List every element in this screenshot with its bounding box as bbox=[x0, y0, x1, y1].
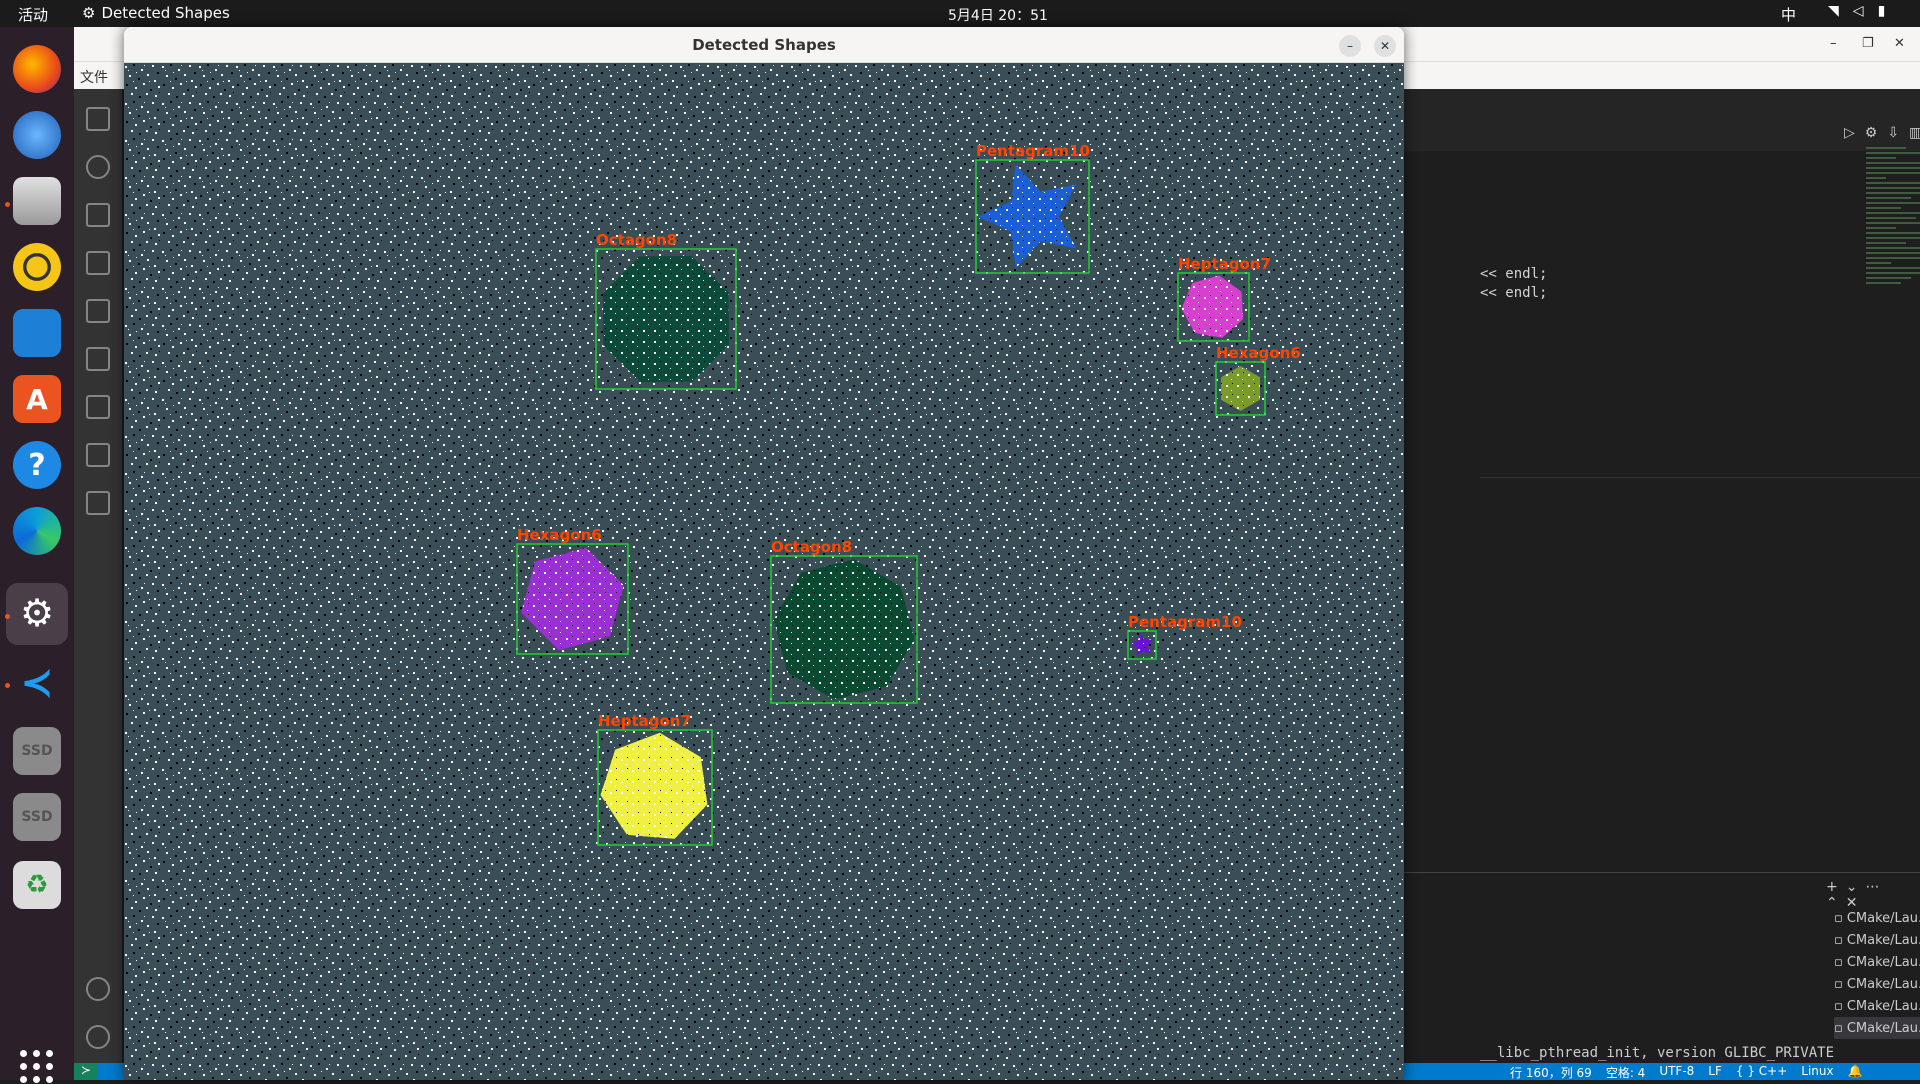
search-icon[interactable] bbox=[86, 155, 110, 179]
trash-icon[interactable]: ♻ bbox=[13, 861, 61, 909]
terminal-tab[interactable]: ▫CMake/Lau... bbox=[1834, 929, 1920, 951]
terminal-list: ▫CMake/Lau... ▫CMake/Lau... ▫CMake/Lau..… bbox=[1834, 907, 1920, 1039]
wifi-icon: ◥ bbox=[1828, 3, 1839, 19]
window-titlebar: Detected Shapes – ✕ bbox=[124, 27, 1404, 63]
run-debug-icon[interactable] bbox=[86, 299, 110, 323]
shape-label: Hexagon6 bbox=[517, 526, 602, 544]
remote-indicator[interactable]: ≻ bbox=[74, 1063, 98, 1080]
top-bar: 活动 ⚙ Detected Shapes 5月4日 20：51 中 ◥ ◁ ▮ bbox=[0, 0, 1920, 27]
extensions-icon[interactable] bbox=[86, 251, 110, 275]
explorer-icon[interactable] bbox=[86, 107, 110, 131]
running-indicator bbox=[5, 683, 10, 688]
docker-icon[interactable] bbox=[86, 491, 110, 515]
shape-label: Pentagram10 bbox=[1128, 613, 1242, 631]
terminal-tab[interactable]: ▫CMake/Lau... bbox=[1834, 1017, 1920, 1039]
terminal-tab[interactable]: ▫CMake/Lau... bbox=[1834, 951, 1920, 973]
shapes-canvas: Pentagram10 Octagon8 Heptagon7 Hexagon6 Hexa… bbox=[124, 63, 1404, 1080]
minimap[interactable] bbox=[1866, 147, 1920, 527]
running-indicator bbox=[5, 614, 10, 619]
rhythmbox-icon[interactable] bbox=[13, 243, 61, 291]
shape-label: Octagon8 bbox=[596, 231, 677, 249]
volume-icon: ◁ bbox=[1852, 3, 1864, 19]
vscode-icon[interactable]: ≺ bbox=[13, 659, 61, 707]
close-button[interactable]: ✕ bbox=[1894, 36, 1905, 51]
terminal-tab[interactable]: ▫CMake/Lau... bbox=[1834, 995, 1920, 1017]
menu-file[interactable]: 文件 bbox=[80, 67, 108, 87]
editor-divider bbox=[1480, 477, 1920, 478]
activity-bar bbox=[74, 89, 122, 1063]
detected-shapes-window: Detected Shapes – ✕ Pentagram10 Octagon8… bbox=[124, 27, 1404, 1080]
shape-noise-overlay bbox=[603, 256, 729, 382]
notifications-icon[interactable]: 🔔 bbox=[1848, 1064, 1863, 1081]
editor-toolbar: ▷⚙⇩▥⋯ bbox=[1404, 89, 1920, 151]
maximize-button[interactable]: ❐ bbox=[1862, 36, 1874, 51]
dock: A ? ⚙ ≺ SSD SSD ♻ bbox=[0, 27, 74, 1083]
ssd-drive-icon[interactable]: SSD bbox=[13, 793, 61, 841]
terminal-icon: ▫ bbox=[1834, 976, 1843, 992]
testing-icon[interactable] bbox=[86, 395, 110, 419]
platform[interactable]: Linux bbox=[1801, 1064, 1833, 1081]
source-control-icon[interactable] bbox=[86, 203, 110, 227]
system-tray[interactable]: ◥ ◁ ▮ bbox=[1828, 3, 1885, 19]
input-method-indicator[interactable]: 中 bbox=[1781, 4, 1796, 25]
terminal-output: __libc_pthread_init, version GLIBC_PRIVA… bbox=[1480, 1045, 1835, 1061]
close-button[interactable]: ✕ bbox=[1374, 35, 1396, 57]
encoding[interactable]: UTF-8 bbox=[1659, 1064, 1694, 1081]
shape-label: Heptagon7 bbox=[598, 712, 691, 730]
code-line: << endl; bbox=[1480, 285, 1548, 301]
app-menu[interactable]: ⚙ Detected Shapes bbox=[82, 4, 230, 22]
account-icon[interactable] bbox=[86, 977, 110, 1001]
terminal-tab[interactable]: ▫CMake/Lau... bbox=[1834, 973, 1920, 995]
activities-button[interactable]: 活动 bbox=[18, 4, 48, 25]
edge-icon[interactable] bbox=[13, 507, 61, 555]
app-center-icon[interactable]: A bbox=[13, 375, 61, 423]
canvas-background bbox=[124, 63, 1404, 1080]
ssd-drive-icon[interactable]: SSD bbox=[13, 727, 61, 775]
firefox-icon[interactable] bbox=[13, 45, 61, 93]
terminal-icon: ▫ bbox=[1834, 1020, 1843, 1036]
show-apps-icon[interactable] bbox=[20, 1050, 54, 1084]
editor-actions[interactable]: ▷⚙⇩▥⋯ bbox=[1844, 125, 1920, 141]
terminal-icon: ▫ bbox=[1834, 998, 1843, 1014]
thunderbird-icon[interactable] bbox=[13, 111, 61, 159]
files-icon[interactable] bbox=[13, 177, 61, 225]
app-icon: ⚙ bbox=[82, 4, 96, 22]
writer-icon[interactable] bbox=[13, 309, 61, 357]
clock[interactable]: 5月4日 20：51 bbox=[948, 5, 1048, 25]
terminal-tab[interactable]: ▫CMake/Lau... bbox=[1834, 907, 1920, 929]
window-title: Detected Shapes bbox=[692, 36, 836, 54]
minimize-button[interactable]: – bbox=[1830, 36, 1837, 51]
terminal-icon: ▫ bbox=[1834, 910, 1843, 926]
running-indicator bbox=[5, 202, 10, 207]
cmake-icon[interactable] bbox=[86, 443, 110, 467]
manage-gear-icon[interactable] bbox=[86, 1025, 110, 1049]
settings-icon[interactable]: ⚙ bbox=[13, 589, 61, 637]
battery-icon: ▮ bbox=[1877, 3, 1886, 19]
shape-label: Heptagon7 bbox=[1178, 255, 1271, 273]
code-line: << endl; bbox=[1480, 266, 1548, 282]
terminal-icon: ▫ bbox=[1834, 954, 1843, 970]
shape-label: Hexagon6 bbox=[1216, 344, 1301, 362]
shape-label: Octagon8 bbox=[771, 538, 852, 556]
eol[interactable]: LF bbox=[1708, 1064, 1722, 1081]
app-name: Detected Shapes bbox=[101, 4, 230, 22]
terminal-panel: +⌄⋯⌃✕ ▫CMake/Lau... ▫CMake/Lau... ▫CMake… bbox=[1404, 872, 1920, 1062]
minimize-button[interactable]: – bbox=[1339, 35, 1361, 57]
indentation[interactable]: 空格: 4 bbox=[1606, 1064, 1646, 1081]
terminal-icon: ▫ bbox=[1834, 932, 1843, 948]
shape-label: Pentagram10 bbox=[976, 142, 1090, 160]
help-icon[interactable]: ? bbox=[13, 441, 61, 489]
code-editor[interactable]: << endl; << endl; bbox=[1404, 151, 1920, 871]
cursor-position[interactable]: 行 160，列 69 bbox=[1510, 1064, 1592, 1081]
remote-explorer-icon[interactable] bbox=[86, 347, 110, 371]
language-mode[interactable]: { } C++ bbox=[1736, 1064, 1787, 1081]
